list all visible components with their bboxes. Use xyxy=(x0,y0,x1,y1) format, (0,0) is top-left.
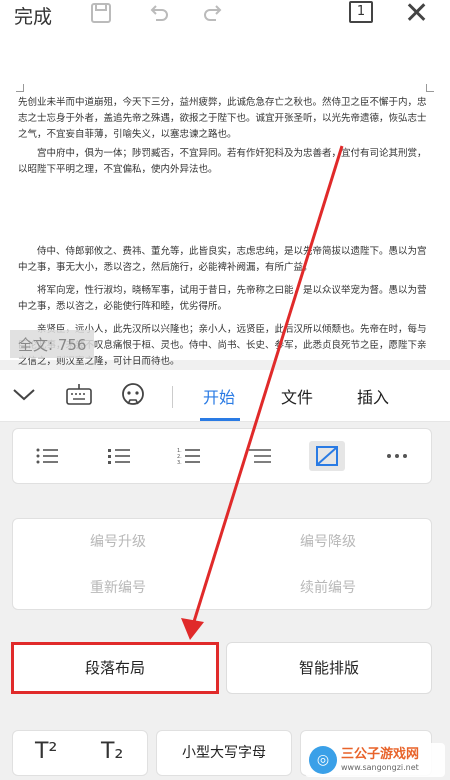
save-icon[interactable] xyxy=(90,2,112,30)
smart-layout-button[interactable]: 智能排版 xyxy=(226,642,432,694)
watermark-url: www.sangongzi.net xyxy=(341,763,419,772)
numbering-options: 编号升级 编号降级 重新编号 续前编号 xyxy=(12,518,432,610)
demote-number-button[interactable]: 编号降级 xyxy=(223,519,433,565)
margin-corner-mark xyxy=(16,84,24,92)
tab-start[interactable]: 开始 xyxy=(203,384,235,408)
top-bar: 完成 1 ✕ xyxy=(0,0,450,40)
page-count-button[interactable]: 1 xyxy=(349,1,373,23)
more-icon[interactable] xyxy=(379,441,415,471)
undo-icon[interactable] xyxy=(148,2,170,30)
collapse-chevron-icon[interactable] xyxy=(12,384,36,408)
superscript-button[interactable]: T² xyxy=(35,739,57,764)
site-logo-icon: ◎ xyxy=(309,746,337,774)
subscript-button[interactable]: T₂ xyxy=(101,739,123,764)
watermark-name: 三公子游戏网 xyxy=(341,747,420,762)
word-count-badge: 全文: 756 xyxy=(10,330,95,358)
keyboard-icon[interactable] xyxy=(66,384,92,410)
close-icon[interactable]: ✕ xyxy=(404,0,429,31)
continue-numbering-button[interactable]: 续前编号 xyxy=(223,565,433,611)
numbered-list-icon[interactable]: 1. 2. 3. xyxy=(171,441,207,471)
renumber-button[interactable]: 重新编号 xyxy=(13,565,223,611)
redo-icon[interactable] xyxy=(202,2,224,30)
promote-number-button[interactable]: 编号升级 xyxy=(13,519,223,565)
bullet-list-dense-icon[interactable] xyxy=(101,441,137,471)
tab-insert[interactable]: 插入 xyxy=(357,384,389,408)
ribbon-toolbar: 开始 文件 插入 xyxy=(0,370,450,422)
tab-file[interactable]: 文件 xyxy=(281,384,313,408)
active-tab-indicator xyxy=(200,418,240,421)
multilevel-list-icon[interactable] xyxy=(242,441,278,471)
small-caps-button[interactable]: 小型大写字母 xyxy=(156,730,292,776)
paragraph: 宫中府中，俱为一体；陟罚臧否，不宜异同。若有作奸犯科及为忠善者，宜付有司论其刑赏… xyxy=(18,148,427,175)
bullet-list-icon[interactable] xyxy=(29,441,65,471)
no-style-icon[interactable] xyxy=(309,441,345,471)
script-buttons: T² T₂ xyxy=(12,730,148,776)
paragraph: 将军向宠，性行淑均，晓畅军事，试用于昔日，先帝称之曰能，是以众议举宠为督。愚以为… xyxy=(18,285,427,312)
document-page[interactable]: 先创业未半而中道崩殂，今天下三分，益州疲弊，此诚危急存亡之秋也。然侍卫之臣不懈于… xyxy=(0,40,450,367)
site-watermark: ◎ 三公子游戏网 www.sangongzi.net xyxy=(305,743,445,777)
paragraph: 侍中、侍郎郭攸之、费祎、董允等，此皆良实，志虑忠纯，是以先帝简拔以遗陛下。愚以为… xyxy=(18,246,427,273)
toolbar-divider xyxy=(172,386,173,408)
svg-text:3.: 3. xyxy=(177,460,182,466)
list-style-row: 1. 2. 3. xyxy=(12,428,432,484)
paragraph: 先创业未半而中道崩殂，今天下三分，益州疲弊，此诚危急存亡之秋也。然侍卫之臣不懈于… xyxy=(18,97,427,140)
highlight-box xyxy=(11,642,219,694)
assistant-icon[interactable] xyxy=(120,382,146,412)
done-button[interactable]: 完成 xyxy=(14,2,52,29)
margin-corner-mark xyxy=(426,84,434,92)
